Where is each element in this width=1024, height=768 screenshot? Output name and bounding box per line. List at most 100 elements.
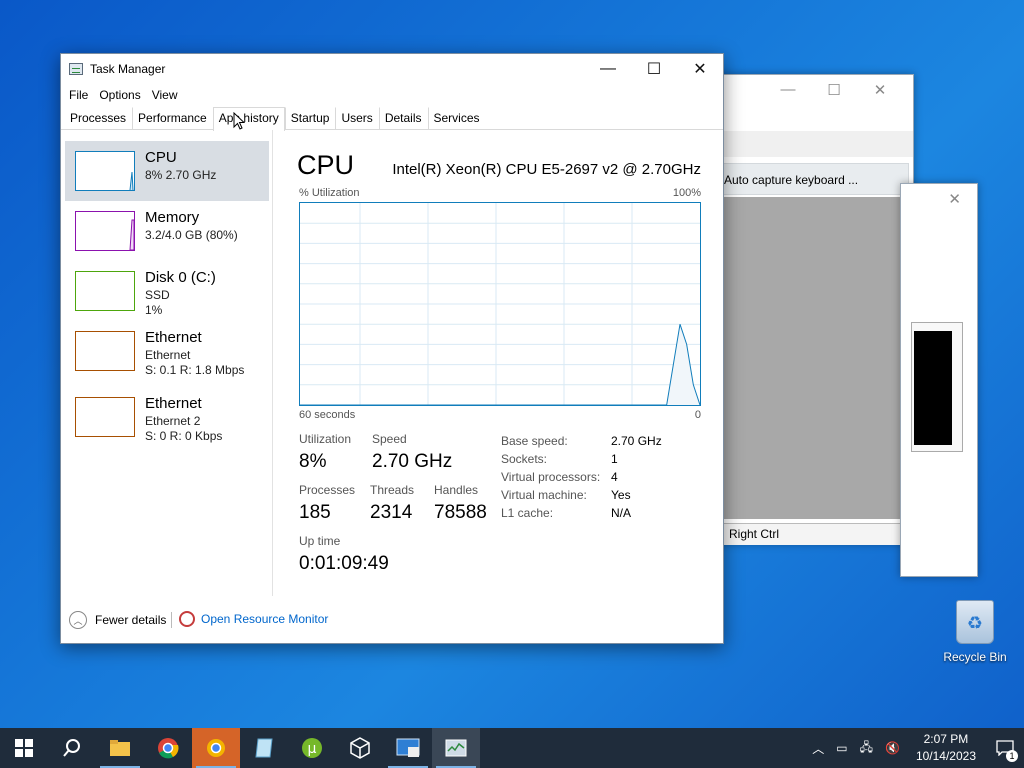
stat-speed: Speed 2.70 GHz xyxy=(372,432,452,473)
y-axis-label: % Utilization xyxy=(299,187,360,199)
detail-pane: CPU Intel(R) Xeon(R) CPU E5-2697 v2 @ 2.… xyxy=(297,130,725,596)
fewer-details-button[interactable]: ︿ Fewer details xyxy=(69,611,166,629)
open-resource-monitor-label: Open Resource Monitor xyxy=(201,612,329,626)
recycle-bin-label: Recycle Bin xyxy=(943,650,1007,664)
stat-handles: Handles 78588 xyxy=(434,483,487,524)
taskbar-virtualbox[interactable] xyxy=(336,728,384,768)
disk-mini-graph xyxy=(75,271,135,311)
spec-value: 1 xyxy=(611,452,618,466)
taskbar-notepad[interactable] xyxy=(240,728,288,768)
disk-type: SSD xyxy=(145,288,170,302)
resource-detail: 3.2/4.0 GB (80%) xyxy=(145,228,238,242)
taskbar-task-manager[interactable] xyxy=(432,728,480,768)
tab-processes[interactable]: Processes xyxy=(64,107,132,129)
spec-row: Virtual processors: 4 xyxy=(501,468,662,486)
browser-icon xyxy=(207,739,225,757)
network-icon[interactable]: 🖧 xyxy=(854,738,879,759)
taskbar-vm[interactable] xyxy=(384,728,432,768)
spec-row: Sockets: 1 xyxy=(501,450,662,468)
search-icon xyxy=(63,739,80,757)
resource-name: CPU xyxy=(145,149,177,166)
resource-item-cpu[interactable]: CPU 8% 2.70 GHz xyxy=(65,141,269,201)
stat-threads: Threads 2314 xyxy=(370,483,414,524)
cube-icon xyxy=(350,737,370,759)
taskbar-file-explorer[interactable] xyxy=(96,728,144,768)
stat-label: Handles xyxy=(434,483,479,497)
stat-label: Speed xyxy=(372,432,407,446)
tab-bar: Processes Performance App history Startu… xyxy=(61,107,723,131)
maximize-button[interactable]: ☐ xyxy=(631,54,677,84)
vm-statusbar: Right Ctrl xyxy=(723,523,913,545)
recycle-bin-desktop-icon[interactable]: Recycle Bin xyxy=(942,600,1008,664)
tab-app-history[interactable]: App history xyxy=(212,107,285,131)
resource-item-ethernet[interactable]: Ethernet Ethernet S: 0.1 R: 1.8 Mbps xyxy=(65,321,269,381)
stat-value: 2314 xyxy=(370,502,413,523)
adapter-name: Ethernet 2 xyxy=(145,414,201,428)
stat-processes: Processes 185 xyxy=(299,483,355,524)
resource-item-ethernet-2[interactable]: Ethernet Ethernet 2 S: 0 R: 0 Kbps xyxy=(65,387,269,447)
tab-performance[interactable]: Performance xyxy=(132,107,213,129)
spec-key: Sockets: xyxy=(501,452,548,466)
chevron-up-icon[interactable]: ︿ xyxy=(806,740,830,757)
cpu-sparkline xyxy=(129,171,134,191)
spec-value: 4 xyxy=(611,470,618,484)
volume-muted-icon[interactable]: 🔇 xyxy=(879,741,906,755)
ethernet-mini-graph xyxy=(75,331,135,371)
system-tray: ︿ ▭ 🖧 🔇 2:07 PM 10/14/2023 1 xyxy=(806,728,1024,768)
stat-value: 185 xyxy=(299,502,331,523)
spec-value: N/A xyxy=(611,506,632,520)
resource-detail: 8% 2.70 GHz xyxy=(145,168,217,182)
window-controls: — ☐ ✕ xyxy=(765,81,903,99)
vm-notice-text: Auto capture keyboard ... xyxy=(724,173,859,187)
menu-view[interactable]: View xyxy=(148,88,182,102)
search-button[interactable] xyxy=(48,728,96,768)
clock[interactable]: 2:07 PM 10/14/2023 xyxy=(906,731,986,765)
x-axis-min: 0 xyxy=(694,409,701,421)
stat-utilization: Utilization 8% xyxy=(299,432,351,473)
start-button[interactable] xyxy=(0,728,48,768)
stat-label: Processes xyxy=(299,483,356,497)
cpu-utilization-graph xyxy=(299,202,701,406)
menu-options[interactable]: Options xyxy=(95,88,144,102)
vm-screen[interactable] xyxy=(723,197,913,519)
stat-value: 0:01:09:49 xyxy=(299,553,389,574)
spec-key: L1 cache: xyxy=(501,506,554,520)
detail-title: CPU xyxy=(297,150,355,180)
background-dialog[interactable]: ✕ xyxy=(900,183,978,577)
recycle-bin-icon xyxy=(956,600,994,644)
taskbar-chrome[interactable] xyxy=(144,728,192,768)
resource-item-disk[interactable]: Disk 0 (C:) SSD 1% xyxy=(65,261,269,321)
taskbar: µ ︿ ▭ 🖧 🔇 2:07 PM 10/14/2023 1 xyxy=(0,728,1024,768)
windows-logo-icon xyxy=(15,739,33,757)
close-button[interactable]: ✕ xyxy=(677,54,723,84)
title-bar[interactable]: Task Manager — ☐ ✕ xyxy=(61,54,723,84)
notification-center-button[interactable]: 1 xyxy=(986,728,1024,768)
taskbar-browser[interactable] xyxy=(192,728,240,768)
minimize-button[interactable]: — xyxy=(765,81,811,99)
tablet-icon[interactable]: ▭ xyxy=(830,741,853,755)
taskbar-utorrent[interactable]: µ xyxy=(288,728,336,768)
tab-services[interactable]: Services xyxy=(427,107,486,129)
spec-row: Virtual machine: Yes xyxy=(501,486,662,504)
task-manager-icon xyxy=(445,739,467,757)
open-resource-monitor-link[interactable]: Open Resource Monitor xyxy=(179,611,328,627)
mouse-cursor-icon xyxy=(233,112,245,130)
tab-details[interactable]: Details xyxy=(378,107,428,129)
maximize-button[interactable]: ☐ xyxy=(811,81,857,99)
resource-item-memory[interactable]: Memory 3.2/4.0 GB (80%) xyxy=(65,201,269,261)
memory-sparkline xyxy=(129,219,135,251)
task-manager-window[interactable]: Task Manager — ☐ ✕ File Options View Pro… xyxy=(60,53,724,644)
chrome-icon xyxy=(158,738,179,759)
tab-users[interactable]: Users xyxy=(335,107,378,129)
minimize-button[interactable]: — xyxy=(585,54,631,84)
close-icon[interactable]: ✕ xyxy=(948,190,961,208)
close-button[interactable]: ✕ xyxy=(857,81,903,99)
tab-startup[interactable]: Startup xyxy=(284,107,336,129)
cpu-specs: Base speed: 2.70 GHz Sockets: 1 Virtual pr… xyxy=(501,432,662,522)
menu-file[interactable]: File xyxy=(65,88,92,102)
window-title: Task Manager xyxy=(90,62,166,76)
adapter-throughput: S: 0 R: 0 Kbps xyxy=(145,429,223,443)
clock-time: 2:07 PM xyxy=(923,732,969,746)
clock-date: 10/14/2023 xyxy=(915,749,976,763)
stat-label: Utilization xyxy=(299,432,352,446)
